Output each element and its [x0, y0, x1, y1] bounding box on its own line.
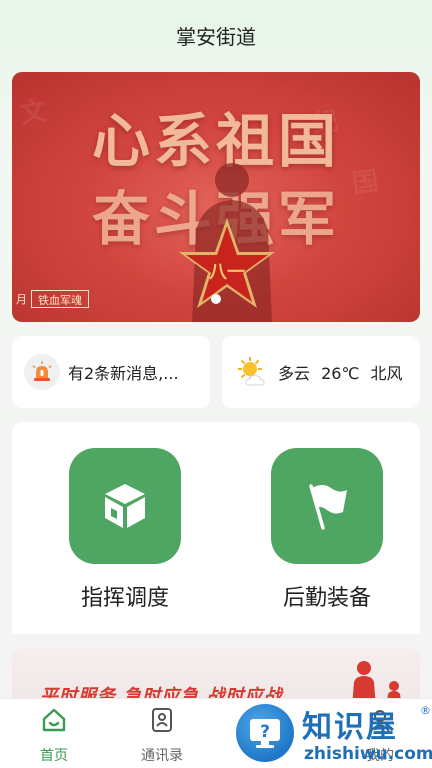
banner-tag: 月 铁血军魂 [12, 290, 89, 308]
tab-contacts[interactable]: 通讯录 [122, 707, 202, 765]
watermark-url: zhishiwu.com [304, 744, 432, 764]
monitor-question-icon: ? [236, 704, 294, 762]
watermark-logo: ? 知识屋 ® zhishiwu.com [236, 700, 432, 768]
tab-label: 首页 [40, 748, 68, 764]
weather-card[interactable]: 多云 26℃ 北风 [222, 336, 420, 408]
function-label: 指挥调度 [80, 586, 169, 611]
function-dispatch-button[interactable]: 指挥调度 [55, 448, 195, 612]
function-logistics-button[interactable]: 后勤装备 [257, 448, 397, 612]
carousel-indicator-dot[interactable] [211, 294, 221, 304]
svg-text:?: ? [260, 722, 270, 742]
banner-tag-text: 铁血军魂 [31, 290, 89, 308]
watermark-registered-mark: ® [420, 704, 431, 717]
home-icon [42, 708, 66, 732]
function-grid: 指挥调度 后勤装备 [12, 422, 420, 634]
page-title: 掌安街道 [176, 24, 256, 49]
alarm-light-icon [24, 354, 60, 390]
app-header: 掌安街道 [0, 0, 432, 70]
weather-info: 多云 26℃ 北风 [278, 360, 409, 384]
banner-tag-month: 月 [16, 293, 27, 306]
tab-label: 通讯录 [141, 748, 183, 764]
banner-carousel[interactable]: 文 纪 国 心系祖国 奋斗强军 八一 月 铁血军魂 [12, 72, 420, 322]
weather-wind: 北风 [370, 364, 403, 383]
emblem-text: 八一 [209, 262, 245, 283]
partly-cloudy-icon [238, 357, 265, 386]
message-summary: 有2条新消息,... [68, 364, 179, 383]
weather-condition: 多云 [278, 364, 311, 383]
weather-temperature: 26℃ [321, 364, 360, 383]
function-label: 后勤装备 [282, 586, 371, 611]
flag-icon [271, 448, 383, 564]
message-card[interactable]: 有2条新消息,... [12, 336, 210, 408]
tab-home[interactable]: 首页 [14, 707, 94, 765]
cube-box-icon [69, 448, 181, 564]
army-star-emblem: 八一 [179, 218, 275, 308]
contact-card-icon [152, 708, 172, 732]
watermark-title: 知识屋 [302, 710, 398, 745]
